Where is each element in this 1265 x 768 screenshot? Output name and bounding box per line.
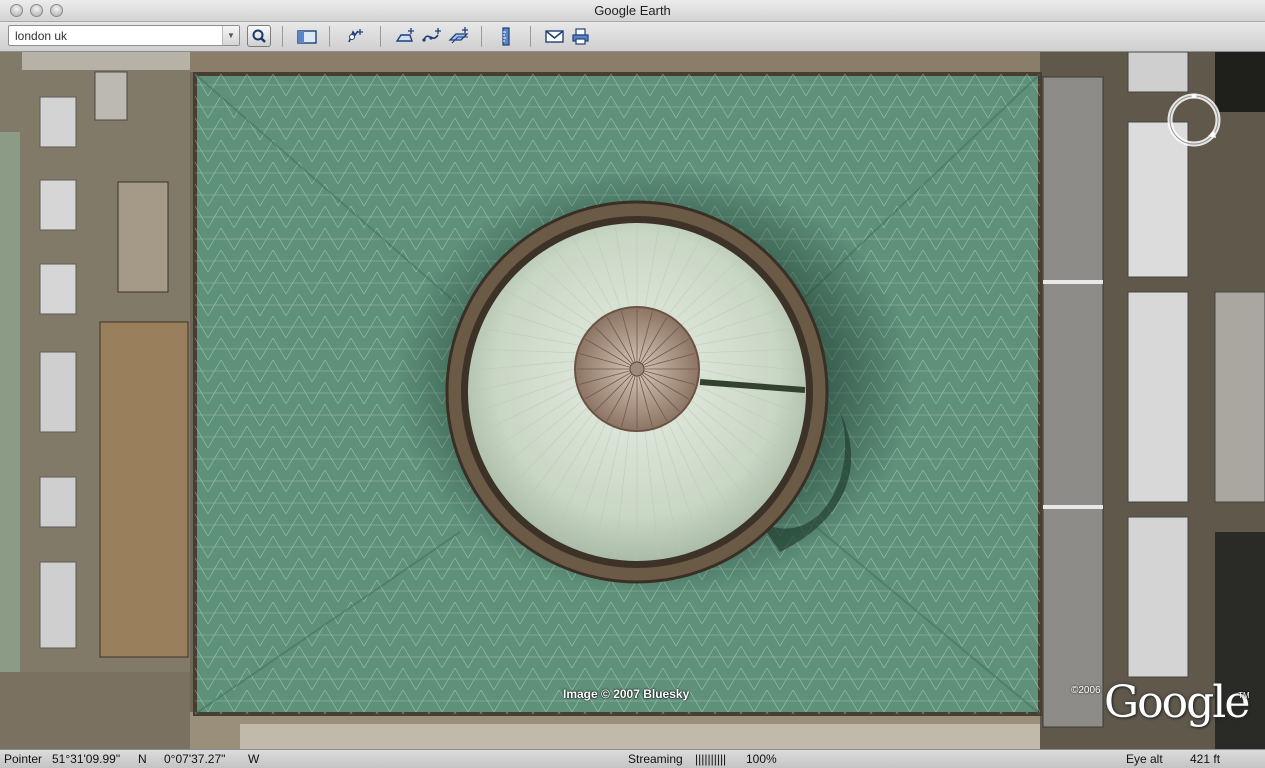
- imagery-credit: Image © 2007 Bluesky: [563, 687, 690, 701]
- navigation-control[interactable]: [1164, 90, 1224, 150]
- window-title: Google Earth: [594, 3, 671, 18]
- search-history-dropdown[interactable]: ▼: [222, 26, 239, 45]
- ruler-button[interactable]: [494, 26, 518, 47]
- copyright-year: ©2006: [1071, 685, 1101, 696]
- add-path-icon: [422, 28, 441, 42]
- add-polygon-icon: [395, 28, 414, 42]
- status-bar: Pointer 51°31'09.99" N 0°07'37.27" W Str…: [0, 749, 1265, 768]
- title-bar: Google Earth: [0, 0, 1265, 22]
- toolbar-separator: [380, 26, 381, 47]
- pointer-latitude: 51°31'09.99": [52, 752, 121, 766]
- eye-alt-label: Eye alt: [1126, 752, 1163, 766]
- trademark-mark: TM: [1238, 691, 1250, 700]
- print-button[interactable]: [569, 26, 593, 47]
- ruler-icon: [502, 27, 510, 46]
- toolbar: ▼: [0, 22, 1265, 52]
- pointer-label: Pointer: [4, 752, 43, 766]
- add-path-button[interactable]: [420, 26, 444, 47]
- streaming-percent: 100%: [746, 752, 777, 766]
- email-icon: [545, 30, 564, 43]
- toolbar-separator: [329, 26, 330, 47]
- sidebar-toggle-icon: [297, 30, 317, 44]
- search-input[interactable]: [9, 26, 223, 45]
- add-image-overlay-button[interactable]: [447, 26, 471, 47]
- pointer-lat-direction: N: [138, 752, 147, 766]
- pointer-longitude: 0°07'37.27": [164, 752, 226, 766]
- add-placemark-button[interactable]: [343, 26, 367, 47]
- satellite-imagery: [0, 52, 1265, 749]
- toolbar-separator: [282, 26, 283, 47]
- compass-ring-icon: [1167, 93, 1221, 147]
- search-button[interactable]: [247, 25, 271, 47]
- eye-alt-value: 421 ft: [1190, 752, 1221, 766]
- search-box: ▼: [8, 25, 240, 46]
- email-button[interactable]: [543, 26, 567, 47]
- map-view[interactable]: Image © 2007 Bluesky ©2006 Google TM: [0, 52, 1265, 749]
- toggle-sidebar-button[interactable]: [295, 26, 319, 47]
- pointer-lon-direction: W: [248, 752, 260, 766]
- streaming-progress: ||||||||||: [695, 752, 727, 766]
- google-logo: Google: [1104, 677, 1250, 728]
- magnifier-icon: [252, 29, 266, 43]
- add-polygon-button[interactable]: [393, 26, 417, 47]
- toolbar-separator: [481, 26, 482, 47]
- print-icon: [572, 28, 589, 45]
- add-placemark-icon: [348, 29, 363, 43]
- toolbar-separator: [530, 26, 531, 47]
- streaming-label: Streaming: [628, 752, 683, 766]
- add-image-overlay-icon: [448, 27, 469, 44]
